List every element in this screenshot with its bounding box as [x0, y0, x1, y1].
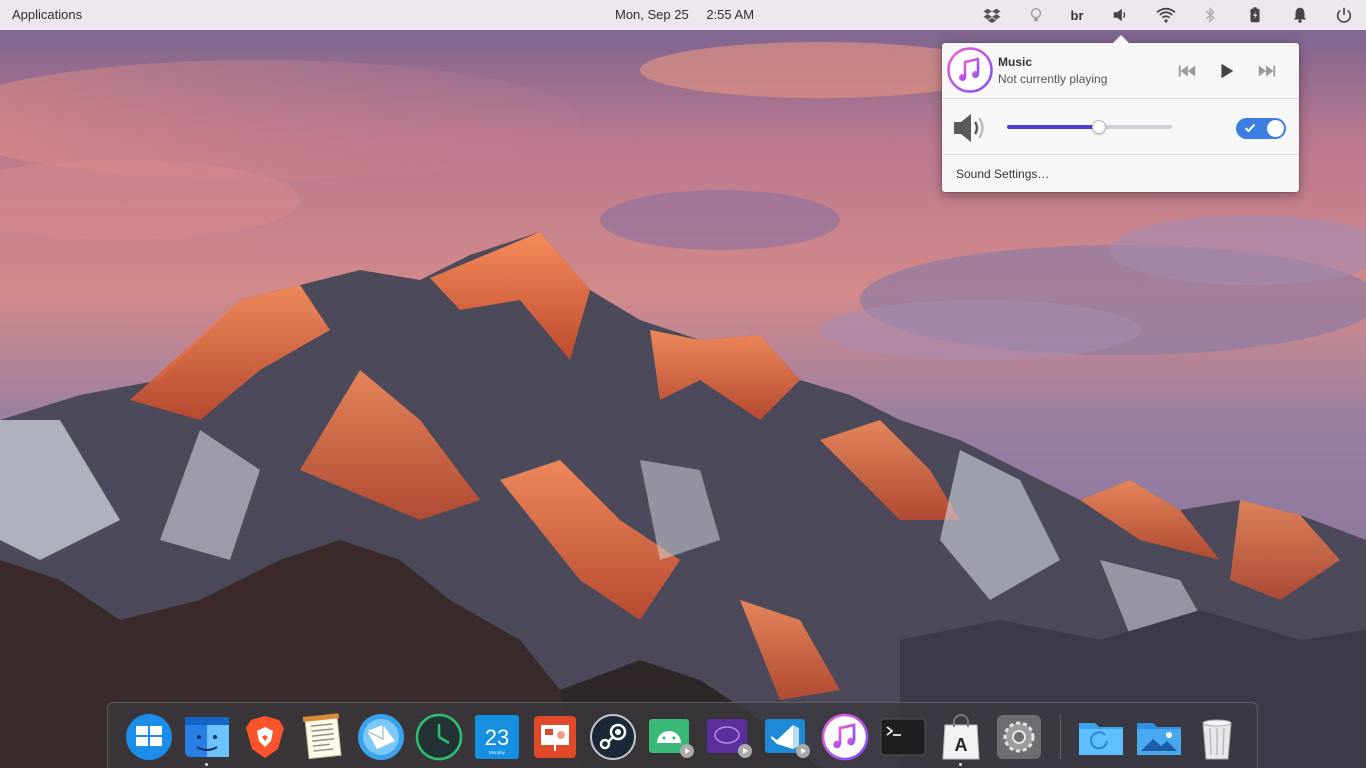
dock-item-mail[interactable] [357, 713, 405, 761]
wifi-icon[interactable] [1154, 5, 1178, 25]
player-app-name: Music [998, 55, 1033, 69]
keyboard-layout-indicator[interactable]: br [1067, 5, 1087, 25]
date-label: Mon, Sep 25 [615, 7, 689, 22]
dock-item-visual-studio-code[interactable] [763, 713, 811, 761]
date-time-indicator[interactable]: Mon, Sep 25 2:55 AM [615, 7, 754, 22]
dock-item-steam[interactable] [589, 713, 637, 761]
switch-knob [1267, 120, 1284, 137]
dropbox-icon[interactable] [982, 5, 1002, 25]
checkmark-icon [1244, 123, 1256, 133]
time-label: 2:55 AM [706, 7, 755, 22]
dock-item-app-store[interactable]: A [937, 713, 985, 766]
dock-item-brave-browser[interactable] [241, 713, 289, 761]
volume-icon[interactable] [1110, 5, 1130, 25]
dock-item-android-studio[interactable] [647, 713, 695, 761]
dock-item-music[interactable] [821, 713, 869, 761]
bluetooth-icon[interactable] [1200, 5, 1220, 25]
volume-slider-knob[interactable] [1092, 120, 1107, 134]
dock-item-trash[interactable] [1193, 713, 1241, 761]
play-icon[interactable] [1215, 60, 1237, 82]
volume-slider[interactable] [1007, 119, 1172, 135]
dock-separator [1060, 715, 1061, 759]
power-icon[interactable] [1334, 5, 1354, 25]
sound-popover: Music Not currently playing Sound Settin… [942, 35, 1299, 192]
dock-item-finder[interactable] [183, 713, 231, 766]
calendar-day: 23 [485, 725, 509, 750]
caffeine-icon[interactable] [1026, 5, 1046, 25]
media-player-row: Music Not currently playing [942, 43, 1299, 99]
dock: 23 Monday A [107, 702, 1258, 768]
dock-item-downloads-folder[interactable] [1077, 713, 1125, 761]
dock-item-calendar[interactable]: 23 Monday [473, 713, 521, 761]
previous-icon[interactable] [1176, 60, 1198, 82]
popover-arrow [1113, 35, 1129, 43]
player-status: Not currently playing [998, 72, 1108, 86]
speaker-volume-icon[interactable] [952, 111, 990, 145]
next-icon[interactable] [1256, 60, 1278, 82]
battery-icon[interactable] [1245, 5, 1265, 25]
svg-text:A: A [955, 735, 968, 755]
dock-item-text-editor[interactable] [299, 713, 347, 761]
music-app-icon[interactable] [947, 47, 993, 93]
dock-item-image-viewer[interactable] [1135, 713, 1183, 761]
dock-item-terminal[interactable] [879, 713, 927, 761]
calendar-weekday: Monday [489, 750, 506, 755]
sound-settings-link[interactable]: Sound Settings… [956, 167, 1049, 181]
notifications-icon[interactable] [1290, 5, 1310, 25]
dock-item-clock[interactable] [415, 713, 463, 761]
applications-menu[interactable]: Applications [12, 7, 82, 22]
running-indicator [205, 763, 208, 766]
running-indicator [959, 763, 962, 766]
top-panel: Applications Mon, Sep 25 2:55 AM br [0, 0, 1366, 30]
dock-item-multitasking-view[interactable] [125, 713, 173, 761]
dock-item-system-settings[interactable] [995, 713, 1043, 761]
dock-item-presentation[interactable] [531, 713, 579, 761]
sound-enabled-switch[interactable] [1236, 118, 1286, 139]
volume-slider-fill [1007, 125, 1100, 129]
volume-row [942, 100, 1299, 155]
dock-item-video-player[interactable] [705, 713, 753, 761]
